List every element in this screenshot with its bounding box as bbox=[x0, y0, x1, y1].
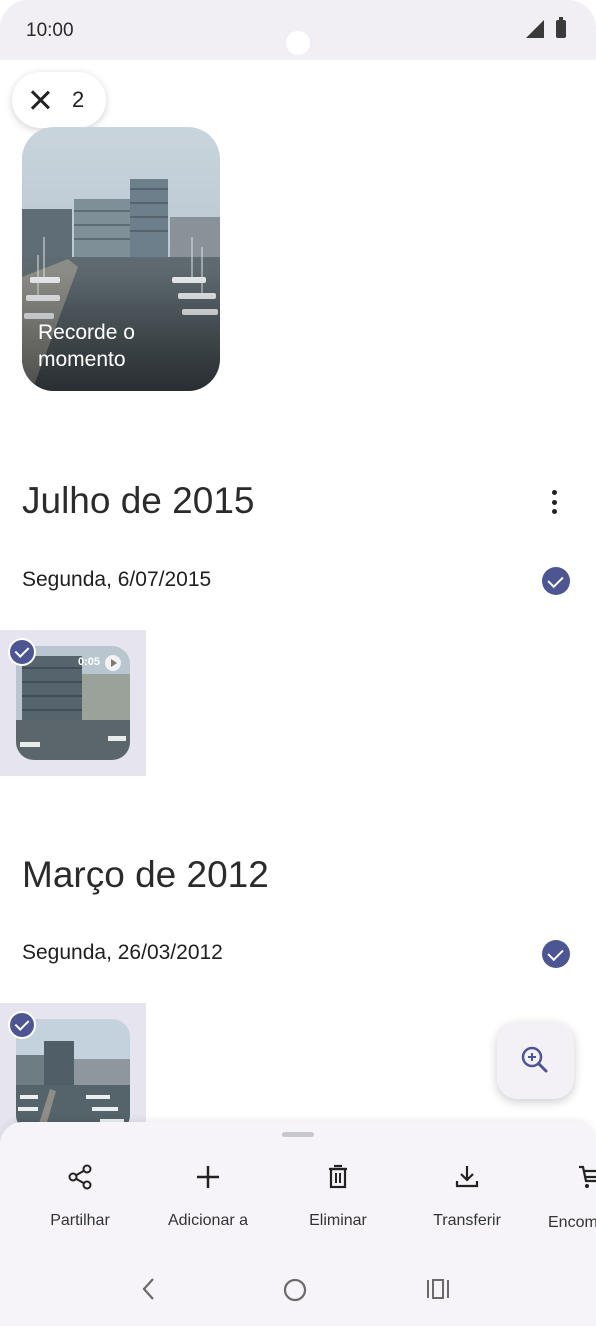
system-nav-bar bbox=[0, 1258, 596, 1326]
month-title: Março de 2012 bbox=[22, 854, 269, 895]
share-button[interactable]: Partilhar bbox=[20, 1162, 140, 1230]
add-icon bbox=[197, 1166, 219, 1188]
day-select-check-icon[interactable] bbox=[542, 940, 570, 968]
day-select-check-icon[interactable] bbox=[542, 567, 570, 595]
memory-card[interactable]: Recorde o momento bbox=[22, 127, 220, 391]
order-prints-button[interactable]: Encom fot bbox=[536, 1162, 596, 1233]
video-duration: 0:05 bbox=[77, 656, 100, 668]
selected-check-icon[interactable] bbox=[8, 638, 36, 666]
add-to-label: Adicionar a bbox=[167, 1212, 249, 1229]
cart-icon bbox=[579, 1165, 596, 1188]
selection-count: 2 bbox=[72, 87, 85, 112]
selected-check-icon[interactable] bbox=[8, 1011, 36, 1039]
day-title: Segunda, 6/07/2015 bbox=[22, 568, 212, 591]
month-title: Julho de 2015 bbox=[22, 480, 255, 521]
selection-chip: 2 bbox=[12, 72, 106, 128]
photo-tile[interactable]: 0:05 bbox=[0, 630, 146, 776]
download-icon bbox=[455, 1166, 479, 1188]
add-to-button[interactable]: Adicionar a bbox=[148, 1162, 268, 1230]
delete-label: Eliminar bbox=[309, 1212, 367, 1229]
video-thumbnail: 0:05 bbox=[16, 646, 130, 760]
sheet-drag-handle[interactable] bbox=[282, 1132, 314, 1137]
download-button[interactable]: Transferir bbox=[407, 1162, 527, 1230]
memory-label: Recorde o momento bbox=[38, 321, 135, 371]
play-icon bbox=[105, 655, 121, 671]
delete-button[interactable]: Eliminar bbox=[278, 1162, 398, 1230]
status-bar: 10:00 bbox=[0, 0, 596, 60]
back-icon[interactable] bbox=[138, 1276, 160, 1302]
home-icon[interactable] bbox=[282, 1277, 308, 1303]
signal-icon bbox=[526, 20, 544, 38]
status-icons bbox=[526, 17, 566, 38]
battery-icon bbox=[556, 17, 566, 38]
status-time: 10:00 bbox=[26, 20, 74, 41]
share-icon bbox=[68, 1164, 92, 1190]
recents-icon[interactable] bbox=[424, 1277, 452, 1301]
share-label: Partilhar bbox=[50, 1212, 110, 1229]
more-vert-icon[interactable] bbox=[552, 490, 558, 518]
zoom-in-button[interactable] bbox=[497, 1022, 574, 1099]
camera-cutout bbox=[286, 31, 310, 55]
photo-thumbnail bbox=[16, 1019, 130, 1133]
delete-icon bbox=[329, 1164, 347, 1189]
day-title: Segunda, 26/03/2012 bbox=[22, 941, 223, 964]
close-icon[interactable] bbox=[28, 88, 52, 112]
download-label: Transferir bbox=[433, 1212, 501, 1229]
zoom-in-icon bbox=[521, 1046, 548, 1073]
order-prints-label: Encom fot bbox=[548, 1214, 596, 1231]
